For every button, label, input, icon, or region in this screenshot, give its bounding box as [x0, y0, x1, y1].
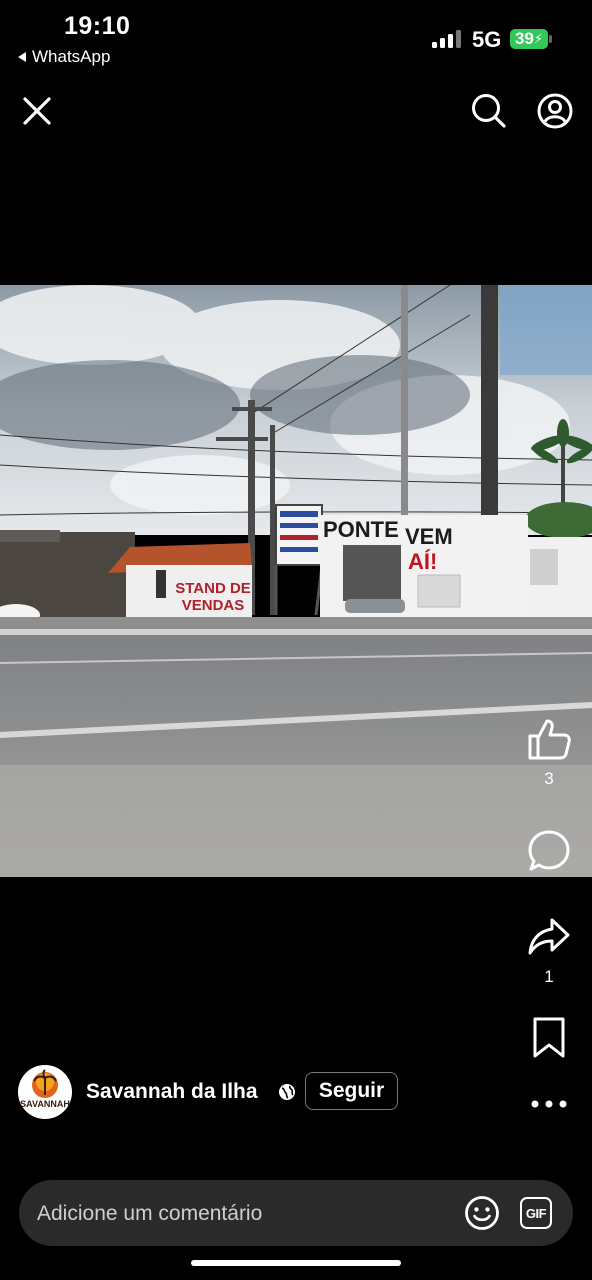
close-icon[interactable]	[20, 94, 54, 128]
battery-level: 39	[514, 29, 534, 48]
share-icon[interactable]	[526, 914, 572, 960]
back-arrow-icon	[18, 52, 26, 62]
video-frame: STAND DE VENDAS PONTE VEM AÍ!	[0, 285, 592, 877]
follow-button[interactable]: Seguir	[305, 1072, 398, 1110]
battery-icon: 39 ⚡	[510, 29, 548, 49]
curb	[0, 617, 592, 629]
blue-sky-patch	[500, 285, 592, 375]
search-icon[interactable]	[470, 92, 508, 130]
savannah-logo-icon: SAVANNAH	[20, 1069, 70, 1109]
author-name[interactable]: Savannah da Ilha	[86, 1080, 258, 1104]
sign-stand-line2: VENDAS	[182, 597, 245, 614]
battery-cap	[549, 35, 552, 43]
wall-opening	[343, 545, 401, 601]
bookmark-icon[interactable]	[530, 1016, 568, 1060]
cellular-signal-icon	[432, 30, 461, 48]
gif-icon[interactable]: GIF	[520, 1197, 552, 1229]
gif-label: GIF	[525, 1205, 547, 1221]
sign-stand-line1: STAND DE	[175, 580, 251, 597]
more-options-icon[interactable]	[530, 1094, 568, 1114]
video-player[interactable]: STAND DE VENDAS PONTE VEM AÍ!	[0, 285, 592, 877]
like-count: 3	[544, 769, 554, 788]
sign-ai: AÍ!	[408, 549, 437, 574]
network-type: 5G	[472, 27, 502, 52]
avatar[interactable]: SAVANNAH	[18, 1065, 72, 1119]
svg-text:SAVANNAH: SAVANNAH	[20, 1099, 70, 1109]
globe-icon	[279, 1084, 295, 1100]
sign-ponte: PONTE	[323, 517, 399, 542]
palm-tree	[561, 445, 565, 505]
back-to-app-link[interactable]: WhatsApp	[18, 47, 110, 67]
emoji-icon[interactable]	[464, 1195, 500, 1231]
grey-car	[345, 599, 405, 613]
comment-icon[interactable]	[526, 828, 572, 874]
share-count: 1	[544, 967, 554, 986]
back-app-label: WhatsApp	[32, 47, 111, 66]
sign-vem: VEM	[405, 524, 453, 549]
status-time: 19:10	[64, 12, 131, 40]
home-indicator[interactable]	[191, 1260, 401, 1266]
profile-icon[interactable]	[536, 92, 574, 130]
comment-input[interactable]	[37, 1198, 417, 1230]
like-icon[interactable]	[526, 716, 572, 762]
